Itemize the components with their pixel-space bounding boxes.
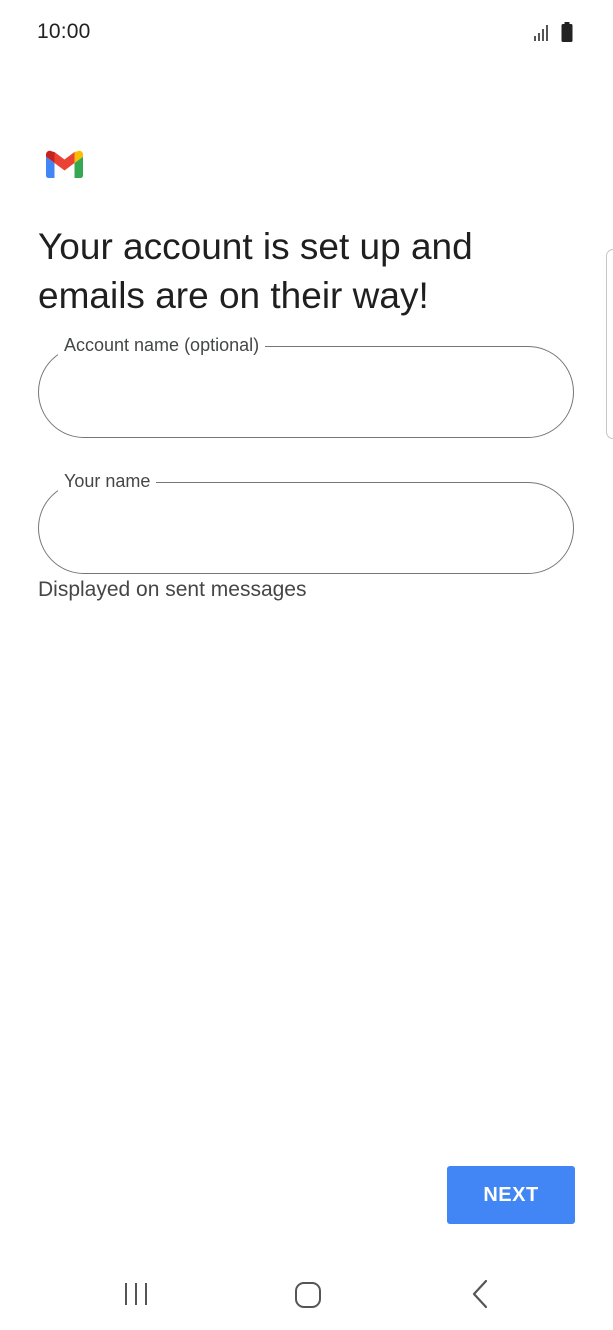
- edge-panel-handle[interactable]: [606, 249, 613, 439]
- your-name-field[interactable]: Your name: [38, 470, 574, 574]
- navigation-bar: [0, 1258, 613, 1330]
- your-name-label: Your name: [58, 470, 157, 492]
- home-icon[interactable]: [293, 1280, 323, 1310]
- your-name-input[interactable]: [64, 512, 544, 544]
- account-name-field[interactable]: Account name (optional): [38, 334, 574, 438]
- your-name-helper-text: Displayed on sent messages: [38, 578, 307, 601]
- status-icons: [533, 22, 579, 44]
- status-time: 10:00: [37, 20, 91, 43]
- back-icon[interactable]: [467, 1278, 493, 1310]
- signal-icon: [534, 25, 548, 41]
- gmail-logo-icon: [46, 150, 83, 178]
- next-button[interactable]: NEXT: [447, 1166, 575, 1224]
- battery-icon: [561, 22, 573, 42]
- page-title: Your account is set up and emails are on…: [38, 226, 473, 316]
- recent-apps-icon[interactable]: [122, 1280, 150, 1308]
- status-bar: 10:00: [0, 0, 613, 64]
- account-name-input[interactable]: [64, 376, 544, 408]
- account-name-label: Account name (optional): [58, 334, 266, 356]
